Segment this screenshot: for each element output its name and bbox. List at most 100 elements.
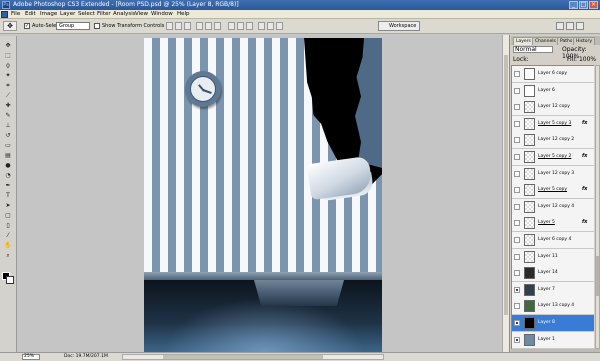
layer-name[interactable]: Layer 5 copy 3 (538, 121, 571, 126)
layer-row[interactable]: Layer 6 copy (512, 66, 594, 83)
visibility-eye-icon[interactable] (514, 104, 520, 111)
layer-row[interactable]: Layer 7 (512, 281, 594, 299)
layer-effects-icon[interactable]: fx (582, 186, 587, 192)
move-tool-preset-button[interactable]: ✥ (3, 21, 17, 31)
eyedropper-icon[interactable]: ⁄ (3, 232, 13, 240)
menu-filter[interactable]: Filter (97, 11, 111, 17)
layer-row[interactable]: Layer 14 (512, 265, 594, 283)
visibility-eye-icon[interactable] (514, 320, 520, 326)
brushes-palette-icon[interactable] (556, 22, 564, 30)
distribute-left-button[interactable] (258, 22, 265, 30)
visibility-eye-icon[interactable] (514, 253, 520, 260)
align-left-button[interactable] (196, 22, 203, 30)
layer-name[interactable]: Layer 7 (538, 287, 555, 292)
slice-icon[interactable]: ⟋ (3, 92, 13, 100)
layer-row[interactable]: Layer 8 (512, 315, 594, 332)
visibility-eye-icon[interactable] (514, 137, 520, 144)
align-right-button[interactable] (214, 22, 221, 30)
menu-image[interactable]: Image (40, 11, 57, 17)
tab-history[interactable]: History (573, 37, 596, 45)
visibility-eye-icon[interactable] (514, 336, 520, 343)
visibility-eye-icon[interactable] (514, 203, 520, 210)
history-brush-icon[interactable]: ↺ (3, 132, 13, 140)
dodge-icon[interactable]: ◔ (3, 172, 13, 180)
layer-name[interactable]: Layer 14 (538, 270, 558, 275)
menu-analysis[interactable]: Analysis (113, 11, 136, 17)
layer-name[interactable]: Layer 5 copy 2 (538, 154, 571, 159)
layer-row[interactable]: Layer 1 (512, 331, 594, 349)
layer-effects-icon[interactable]: fx (582, 153, 587, 159)
menu-edit[interactable]: Edit (25, 11, 36, 17)
visibility-eye-icon[interactable] (514, 286, 520, 293)
tab-channels[interactable]: Channels (532, 37, 559, 45)
layer-row[interactable]: Layer 11 (512, 248, 594, 266)
visibility-eye-icon[interactable] (514, 170, 520, 177)
layer-effects-icon[interactable]: fx (582, 120, 587, 126)
path-select-icon[interactable]: ➤ (3, 202, 13, 210)
layer-name[interactable]: Layer 13 copy 4 (538, 303, 574, 308)
menu-help[interactable]: Help (177, 11, 190, 17)
distribute-bottom-button[interactable] (246, 22, 253, 30)
blend-mode-dropdown[interactable]: Normal (513, 46, 553, 53)
layer-row[interactable]: Layer 5 fx (512, 215, 594, 233)
fill-value[interactable]: 100% (579, 56, 596, 63)
layer-name[interactable]: Layer 6 copy (538, 71, 567, 76)
visibility-eye-icon[interactable] (514, 187, 520, 194)
maximize-button[interactable]: □ (579, 1, 588, 9)
layer-row[interactable]: Layer 5 copy 2 fx (512, 149, 594, 166)
align-hcenter-button[interactable] (205, 22, 212, 30)
distribute-vcenter-button[interactable] (237, 22, 244, 30)
workspace-button[interactable]: Workspace (378, 21, 420, 31)
minimize-button[interactable]: _ (569, 1, 578, 9)
align-bottom-button[interactable] (184, 22, 191, 30)
canvas-scroll-thumb[interactable] (504, 55, 508, 315)
lasso-icon[interactable]: ϙ (3, 62, 13, 70)
menu-view[interactable]: View (135, 11, 148, 17)
marquee-icon[interactable]: ⬚ (3, 52, 13, 60)
close-button[interactable]: × (589, 1, 598, 9)
fill-control[interactable]: Fill: 100% (567, 56, 596, 63)
notes-icon[interactable]: ▯ (3, 222, 13, 230)
zoom-icon[interactable]: ⌕ (3, 252, 13, 260)
crop-icon[interactable]: ⌗ (3, 82, 13, 90)
pen-icon[interactable]: ✒ (3, 182, 13, 190)
layer-name[interactable]: Layer 12 copy 3 (538, 171, 574, 176)
menu-file[interactable]: File (11, 11, 20, 17)
visibility-eye-icon[interactable] (514, 270, 520, 277)
tool-presets-palette-icon[interactable] (566, 22, 574, 30)
layer-name[interactable]: Layer 6 (538, 88, 555, 93)
show-transform-checkbox[interactable] (94, 23, 100, 29)
layers-scroll-thumb[interactable] (596, 256, 599, 296)
tab-layers[interactable]: Layers (513, 37, 534, 45)
stamp-icon[interactable]: ⊥ (3, 122, 13, 130)
visibility-eye-icon[interactable] (514, 237, 520, 243)
layers-scrollbar[interactable] (595, 65, 600, 349)
healing-icon[interactable]: ✚ (3, 102, 13, 110)
layer-name[interactable]: Layer 12 copy 2 (538, 137, 574, 142)
layer-row[interactable]: Layer 12 copy 3 (512, 165, 594, 183)
layer-name[interactable]: Layer 5 (538, 220, 555, 225)
menu-window[interactable]: Window (151, 11, 173, 17)
gradient-icon[interactable]: ▤ (3, 152, 13, 160)
zoom-field[interactable]: 25% (22, 354, 40, 360)
auto-select-checkbox[interactable]: ✓ (24, 23, 30, 29)
layer-row[interactable]: Layer 6 (512, 82, 594, 100)
layer-comps-palette-icon[interactable] (576, 22, 584, 30)
canvas-vertical-scrollbar[interactable] (502, 35, 509, 352)
layer-row[interactable]: Layer 12 copy (512, 99, 594, 117)
move-icon[interactable]: ✥ (3, 42, 13, 50)
auto-select-dropdown[interactable]: Group (56, 22, 90, 30)
layer-row[interactable]: Layer 12 copy 4 (512, 198, 594, 216)
document-canvas[interactable] (144, 38, 382, 352)
distribute-top-button[interactable] (228, 22, 235, 30)
layer-name[interactable]: Layer 8 (538, 320, 555, 325)
layer-row[interactable]: Layer 13 copy 4 (512, 298, 594, 316)
layer-row[interactable]: Layer 6 copy 4 (512, 232, 594, 249)
background-color-swatch[interactable] (6, 276, 14, 284)
eraser-icon[interactable]: ▭ (3, 142, 13, 150)
align-top-button[interactable] (166, 22, 173, 30)
visibility-eye-icon[interactable] (514, 303, 520, 310)
layer-name[interactable]: Layer 12 copy (538, 104, 570, 109)
doc-size[interactable]: Doc: 19.7M/207.1M (64, 354, 108, 360)
visibility-eye-icon[interactable] (514, 120, 520, 127)
